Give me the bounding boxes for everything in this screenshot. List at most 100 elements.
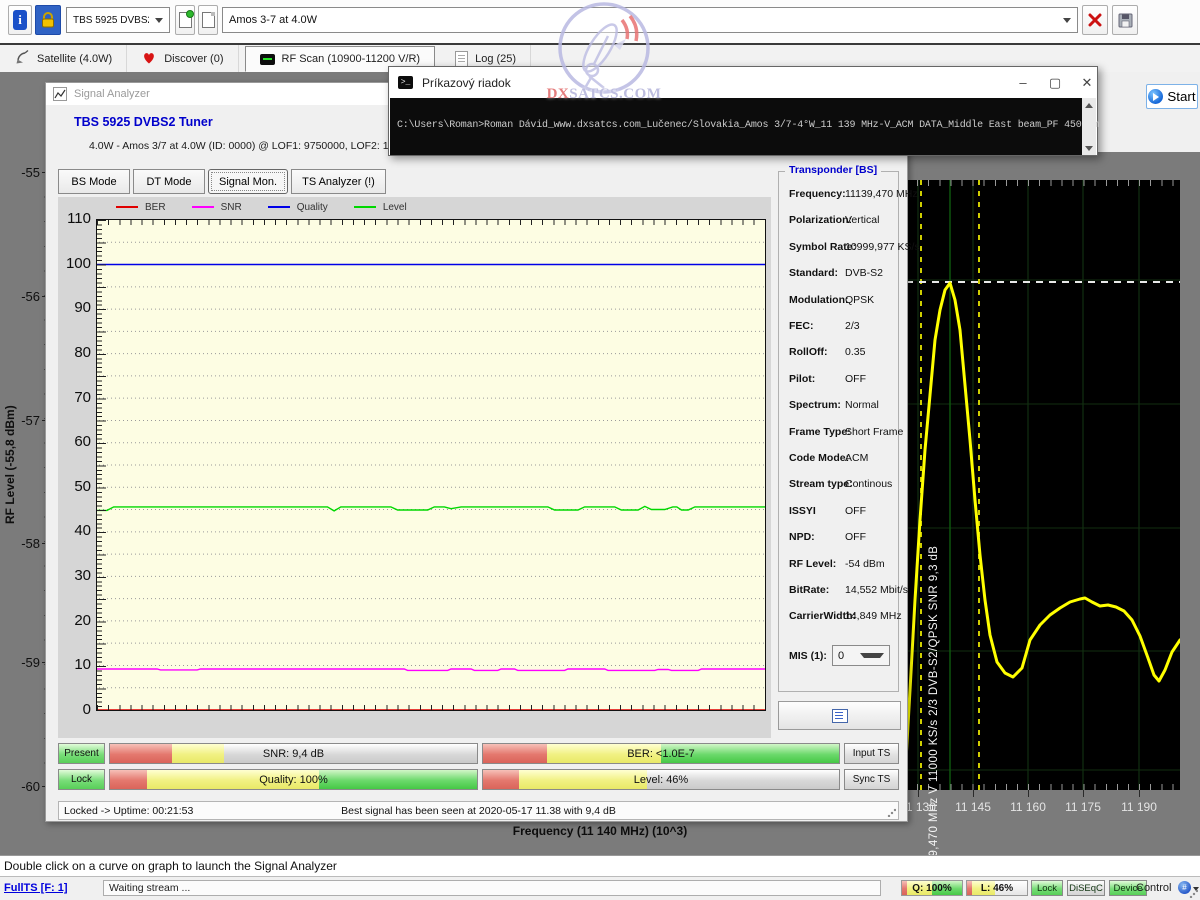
y-tick-label: 80	[74, 344, 91, 361]
level-mini-bar: L: 46%	[966, 880, 1028, 896]
y-tick-label: 110	[67, 210, 91, 227]
spectrum-y-tick-label: -57	[6, 413, 40, 428]
tab-label: Discover (0)	[164, 53, 223, 65]
signal-monitor-chart: BERSNRQualityLevel 110100908070605040302…	[58, 197, 771, 738]
spectrum-y-tick-label: -56	[6, 289, 40, 304]
save-button[interactable]	[1112, 5, 1138, 35]
edit-channel-button[interactable]	[198, 5, 218, 35]
channel-input[interactable]: Amos 3-7 at 4.0W	[222, 7, 1078, 33]
quality-mini-bar: Q: 100%	[901, 880, 963, 896]
transponder-panel: Transponder [BS] Frequency:11139,470 MHz…	[778, 171, 899, 692]
input-ts-button[interactable]: Input TS	[844, 743, 899, 764]
chart-legend: BERSNRQualityLevel	[116, 200, 407, 214]
channel-input-value: Amos 3-7 at 4.0W	[229, 14, 1057, 26]
transponder-row-label: NPD:	[789, 531, 815, 543]
statusbar-button-lock[interactable]: Lock	[1031, 880, 1063, 896]
signal-analyzer-window: Signal Analyzer TBS 5925 DVBS2 Tuner 4.0…	[45, 82, 908, 822]
spectrum-x-tick-mark	[1028, 790, 1029, 797]
legend-label: Quality	[297, 202, 328, 213]
legend-item-ber: BER	[116, 202, 166, 213]
legend-item-snr: SNR	[192, 202, 242, 213]
spectrum-y-tick-label: -58	[6, 536, 40, 551]
delete-channel-button[interactable]	[1082, 5, 1108, 35]
quality-value: Quality: 100%	[110, 770, 477, 789]
spectrum-x-tick-mark	[918, 790, 919, 797]
spectrum-plot[interactable]: 11139,470 MHz V 11000 KS/s 2/3 DVB-S2/QP…	[906, 180, 1180, 790]
tab-discover-0-[interactable]: Discover (0)	[127, 45, 238, 72]
y-tick-label: 100	[66, 255, 91, 272]
best-signal-text: Best signal has been seen at 2020-05-17 …	[59, 805, 898, 817]
spectrum-x-tick-mark	[973, 790, 974, 797]
spectrum-x-tick-label: 11 145	[949, 800, 997, 814]
transponder-row-value: 11139,470 MHz	[845, 188, 918, 200]
transponder-row-label: Modulation:	[789, 294, 848, 306]
level-mini-value: L: 46%	[967, 881, 1027, 895]
scroll-down-icon[interactable]	[1082, 141, 1096, 155]
sync-ts-button[interactable]: Sync TS	[844, 769, 899, 790]
statusbar-button-diseqc[interactable]: DiSEqC	[1067, 880, 1105, 896]
command-prompt-titlebar[interactable]: >_ Príkazový riadok – ▢ ✕	[389, 67, 1097, 98]
transponder-row-value: 2/3	[845, 320, 860, 332]
tuner-select[interactable]: TBS 5925 DVBS2 Tuner	[66, 7, 170, 33]
mode-tab-ts-analyzer-[interactable]: TS Analyzer (!)	[291, 169, 386, 194]
legend-label: SNR	[221, 202, 242, 213]
mode-tab-signal-mon-[interactable]: Signal Mon.	[208, 169, 288, 194]
present-label: Present	[64, 748, 98, 759]
y-tick-label: 60	[74, 433, 91, 450]
chart-y-axis-labels: 1101009080706050403020100	[58, 210, 91, 718]
add-channel-button[interactable]	[175, 5, 195, 35]
tab-label: Satellite (4.0W)	[37, 53, 112, 65]
plot-top-ticks	[97, 220, 765, 225]
spectrum-y-tick-label: -60	[6, 779, 40, 794]
spectrum-x-axis-label: Frequency (11 140 MHz) (10^3)	[0, 824, 1200, 838]
lock-label: Lock	[71, 774, 92, 785]
level-value: Level: 46%	[483, 770, 839, 789]
maximize-button[interactable]: ▢	[1041, 72, 1069, 93]
resize-grip-icon[interactable]	[887, 808, 896, 817]
y-tick-label: 0	[83, 701, 91, 718]
tab-satellite-4-0w-[interactable]: Satellite (4.0W)	[0, 45, 127, 72]
start-button[interactable]: Start	[1146, 84, 1198, 109]
level-bar: Level: 46%	[482, 769, 840, 790]
transponder-row-label: Pilot:	[789, 373, 815, 385]
command-prompt-window: >_ Príkazový riadok – ▢ ✕ C:\Users\Roman…	[388, 66, 1098, 156]
chevron-down-icon	[155, 18, 163, 23]
transponder-row-value: Vertical	[845, 214, 879, 226]
y-tick-label: 90	[74, 299, 91, 316]
transponder-list-button[interactable]	[778, 701, 901, 730]
spectrum-x-tick-mark	[1139, 790, 1140, 797]
play-icon	[1148, 89, 1163, 104]
transponder-row-label: Polarization:	[789, 214, 852, 226]
transponder-row-label: BitRate:	[789, 584, 829, 596]
present-indicator: Present	[58, 743, 105, 764]
transponder-row-value: 10999,977 KS/s	[845, 241, 920, 253]
transponder-row-label: Code Mode:	[789, 452, 849, 464]
transponder-row-value: QPSK	[845, 294, 874, 306]
y-tick-label: 30	[74, 567, 91, 584]
mode-tab-dt-mode[interactable]: DT Mode	[133, 169, 205, 194]
minimize-button[interactable]: –	[1009, 72, 1037, 93]
transponder-row-label: ISSYI	[789, 505, 816, 517]
info-button[interactable]: i	[8, 5, 32, 35]
transponder-row-label: Frequency:	[789, 188, 846, 200]
transponder-row-value: Short Frame	[845, 426, 903, 438]
command-prompt-title: Príkazový riadok	[422, 76, 511, 90]
lock-icon	[40, 11, 56, 29]
fullts-link[interactable]: FullTS [F: 1]	[4, 882, 68, 894]
resize-grip-icon[interactable]	[1189, 889, 1198, 898]
transponder-row-label: Frame Type:	[789, 426, 851, 438]
transponder-row-label: Stream type:	[789, 478, 853, 490]
tuner-select-value: TBS 5925 DVBS2 Tuner	[73, 15, 149, 26]
signal-monitor-lines	[97, 220, 765, 710]
stream-status-panel: Waiting stream ...	[103, 880, 881, 896]
scroll-up-icon[interactable]	[1082, 98, 1096, 112]
lock-indicator: Lock	[58, 769, 105, 790]
signal-monitor-plot[interactable]	[96, 219, 766, 711]
page-add-icon	[179, 12, 192, 28]
console-scrollbar[interactable]	[1082, 98, 1096, 155]
lock-button[interactable]	[35, 5, 61, 35]
close-button[interactable]: ✕	[1073, 72, 1101, 93]
mis-select[interactable]: 0	[832, 645, 890, 666]
chevron-down-icon	[860, 653, 884, 658]
mode-tab-bs-mode[interactable]: BS Mode	[58, 169, 130, 194]
